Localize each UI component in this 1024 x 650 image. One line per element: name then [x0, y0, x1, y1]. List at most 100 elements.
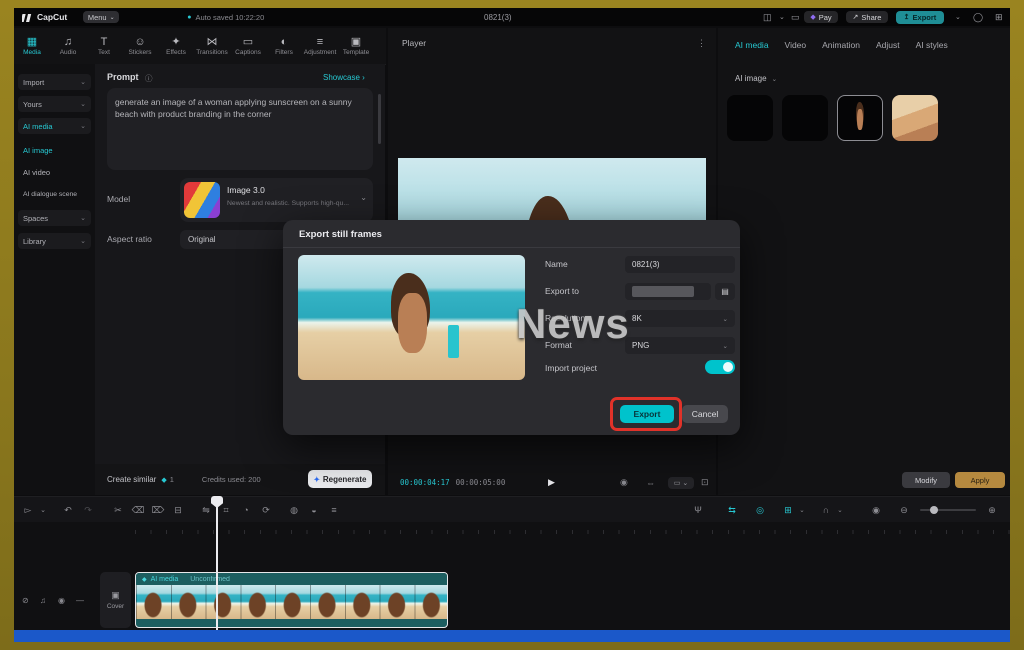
tab-captions[interactable]: ▭ Captions — [230, 36, 266, 56]
browse-folder-button[interactable]: ▤ — [715, 283, 735, 300]
tab-media[interactable]: ▦ Media — [14, 36, 50, 56]
play-button[interactable]: ▶ — [548, 477, 555, 488]
sidebar-item-yours[interactable]: Yours ⌄ — [18, 96, 91, 112]
create-similar-label[interactable]: Create similar — [107, 475, 156, 484]
showcase-link[interactable]: Showcase › — [323, 73, 365, 82]
select-tool[interactable]: ▻ — [18, 505, 38, 516]
export-options-chevron-icon[interactable]: ⌄ — [955, 13, 961, 21]
sidebar-item-library[interactable]: Library ⌄ — [18, 233, 91, 249]
sidebar-item-import[interactable]: Import ⌄ — [18, 74, 91, 90]
chevron-down-icon[interactable]: ⌄ — [836, 506, 844, 514]
timeline-clip-ai-media[interactable]: ◆ AI media Unconfirmed — [135, 572, 448, 628]
tab-audio[interactable]: ♫ Audio — [50, 35, 86, 56]
timeline-zoom-in[interactable]: ⊕ — [982, 505, 1002, 516]
split-tool[interactable]: ✂ — [108, 505, 128, 516]
tab-stickers[interactable]: ☺ Stickers — [122, 36, 158, 56]
device-icon[interactable]: ◫ — [763, 12, 772, 23]
delete-left-tool[interactable]: ⌫ — [128, 505, 148, 516]
apply-button[interactable]: Apply — [955, 472, 1005, 488]
magnet-toggle[interactable]: ∩ — [816, 505, 836, 515]
generated-thumbnail-1[interactable] — [727, 95, 773, 141]
dialog-title: Export still frames — [299, 229, 382, 240]
export-to-input[interactable] — [625, 283, 711, 300]
adjust-tool[interactable]: ≡ — [324, 505, 344, 515]
fullscreen-icon[interactable]: ⊡ — [701, 477, 709, 488]
mirror-tool[interactable]: ⇋ — [196, 505, 216, 516]
chevron-down-icon[interactable]: ⌄ — [798, 506, 806, 514]
tab-ai-media[interactable]: AI media — [735, 40, 769, 50]
resolution-select[interactable]: 8K ⌄ — [625, 310, 735, 327]
name-input[interactable]: 0821(3) — [625, 256, 735, 273]
sidebar-item-ai-image[interactable]: AI image — [18, 142, 91, 158]
sidebar-item-ai-video[interactable]: AI video — [18, 164, 91, 180]
preview-axis-toggle[interactable]: ⊞ — [778, 505, 798, 516]
cover-button[interactable]: ▣ Cover — [100, 572, 131, 628]
voiceover-mic-icon[interactable]: Ψ — [688, 505, 708, 515]
mirror-icon[interactable]: ⇔ — [646, 478, 655, 488]
format-select[interactable]: PNG ⌄ — [625, 337, 735, 354]
tab-template[interactable]: ▣ Template — [338, 36, 374, 56]
create-similar-count: 1 — [169, 475, 174, 484]
speed-tool[interactable]: ◔ — [236, 505, 256, 515]
select-tool-chevron-icon[interactable]: ⌄ — [38, 506, 48, 514]
ratio-select[interactable]: ▭ ⌄ — [668, 476, 694, 489]
link-toggle[interactable]: ◎ — [750, 505, 770, 516]
snapshot-icon[interactable]: ◉ — [620, 477, 628, 488]
zoom-slider-knob[interactable] — [930, 506, 938, 514]
timeline-snapshot-icon[interactable]: ◉ — [866, 505, 886, 516]
dialog-divider — [283, 247, 740, 248]
generated-thumbnail-4[interactable] — [892, 95, 938, 141]
dialog-cancel-button[interactable]: Cancel — [682, 405, 728, 423]
track-hide-icon[interactable]: ◉ — [58, 596, 65, 605]
device-chevron-icon[interactable]: ⌄ — [779, 13, 785, 21]
apps-icon[interactable]: ⊞ — [995, 12, 1003, 23]
sidebar-item-ai-dialogue-scene[interactable]: AI dialogue scene — [18, 186, 91, 202]
clip-status: Unconfirmed — [190, 575, 230, 583]
sidebar-item-spaces[interactable]: Spaces ⌄ — [18, 210, 91, 226]
playhead-line[interactable] — [216, 496, 218, 630]
delete-right-tool[interactable]: ⌦ — [148, 505, 168, 516]
track-lock-icon[interactable]: ⊘ — [22, 596, 29, 605]
sidebar-item-ai-media[interactable]: AI media ⌄ — [18, 118, 91, 134]
import-project-toggle[interactable] — [705, 360, 735, 374]
tab-text[interactable]: T Text — [86, 35, 122, 56]
tab-adjustment[interactable]: ≡ Adjustment — [302, 36, 338, 56]
audio-icon: ♫ — [63, 35, 73, 48]
player-more-icon[interactable]: ⋮ — [697, 38, 706, 49]
tab-adjust[interactable]: Adjust — [876, 40, 900, 50]
text-icon: T — [100, 35, 108, 48]
model-selector[interactable]: Image 3.0 Newest and realistic. Supports… — [180, 178, 373, 222]
rotate-tool[interactable]: ⟳ — [256, 505, 276, 516]
pay-button[interactable]: ◆ Pay — [804, 11, 838, 23]
modify-button[interactable]: Modify — [902, 472, 950, 488]
chroma-key-tool[interactable]: ◒ — [304, 505, 324, 515]
track-mute-icon[interactable]: ♫ — [40, 596, 46, 605]
timeline-zoom-out[interactable]: ⊖ — [894, 505, 914, 516]
tab-filters[interactable]: ◐ Filters — [266, 36, 302, 56]
ai-image-section-header[interactable]: AI image ⌄ — [735, 74, 777, 83]
prompt-textarea[interactable]: generate an image of a woman applying su… — [107, 88, 373, 170]
generated-thumbnail-2[interactable] — [782, 95, 828, 141]
export-button[interactable]: ↥ Export — [896, 10, 944, 24]
layout-icon[interactable]: ▭ — [791, 12, 800, 23]
auto-ripple-toggle[interactable]: ⇆ — [722, 505, 742, 516]
menu-button[interactable]: Menu ⌄ — [83, 11, 120, 23]
share-button[interactable]: ↗ Share — [846, 11, 888, 23]
tab-transitions[interactable]: ⋈ Transitions — [194, 36, 230, 56]
redo-button[interactable]: ↷ — [78, 505, 98, 516]
panel-scrollbar[interactable] — [378, 94, 381, 144]
tab-effects[interactable]: ✦ Effects — [158, 36, 194, 56]
timeline-ruler[interactable] — [14, 522, 1010, 534]
regenerate-button[interactable]: ✦ Regenerate — [308, 470, 372, 488]
tab-video[interactable]: Video — [785, 40, 807, 50]
timeline-zoom-slider[interactable] — [920, 506, 976, 514]
avatar-icon[interactable]: ◯ — [973, 12, 983, 23]
tab-ai-styles[interactable]: AI styles — [916, 40, 948, 50]
delete-tool[interactable]: ⊟ — [168, 505, 188, 516]
generated-thumbnail-3-selected[interactable] — [837, 95, 883, 141]
track-more-icon[interactable]: — — [76, 596, 84, 605]
tab-animation[interactable]: Animation — [822, 40, 860, 50]
undo-button[interactable]: ↶ — [58, 505, 78, 516]
panel-footer: Create similar ◆ 1 Credits used: 200 ✦ R… — [95, 464, 385, 495]
mask-tool[interactable]: ◍ — [284, 505, 304, 516]
